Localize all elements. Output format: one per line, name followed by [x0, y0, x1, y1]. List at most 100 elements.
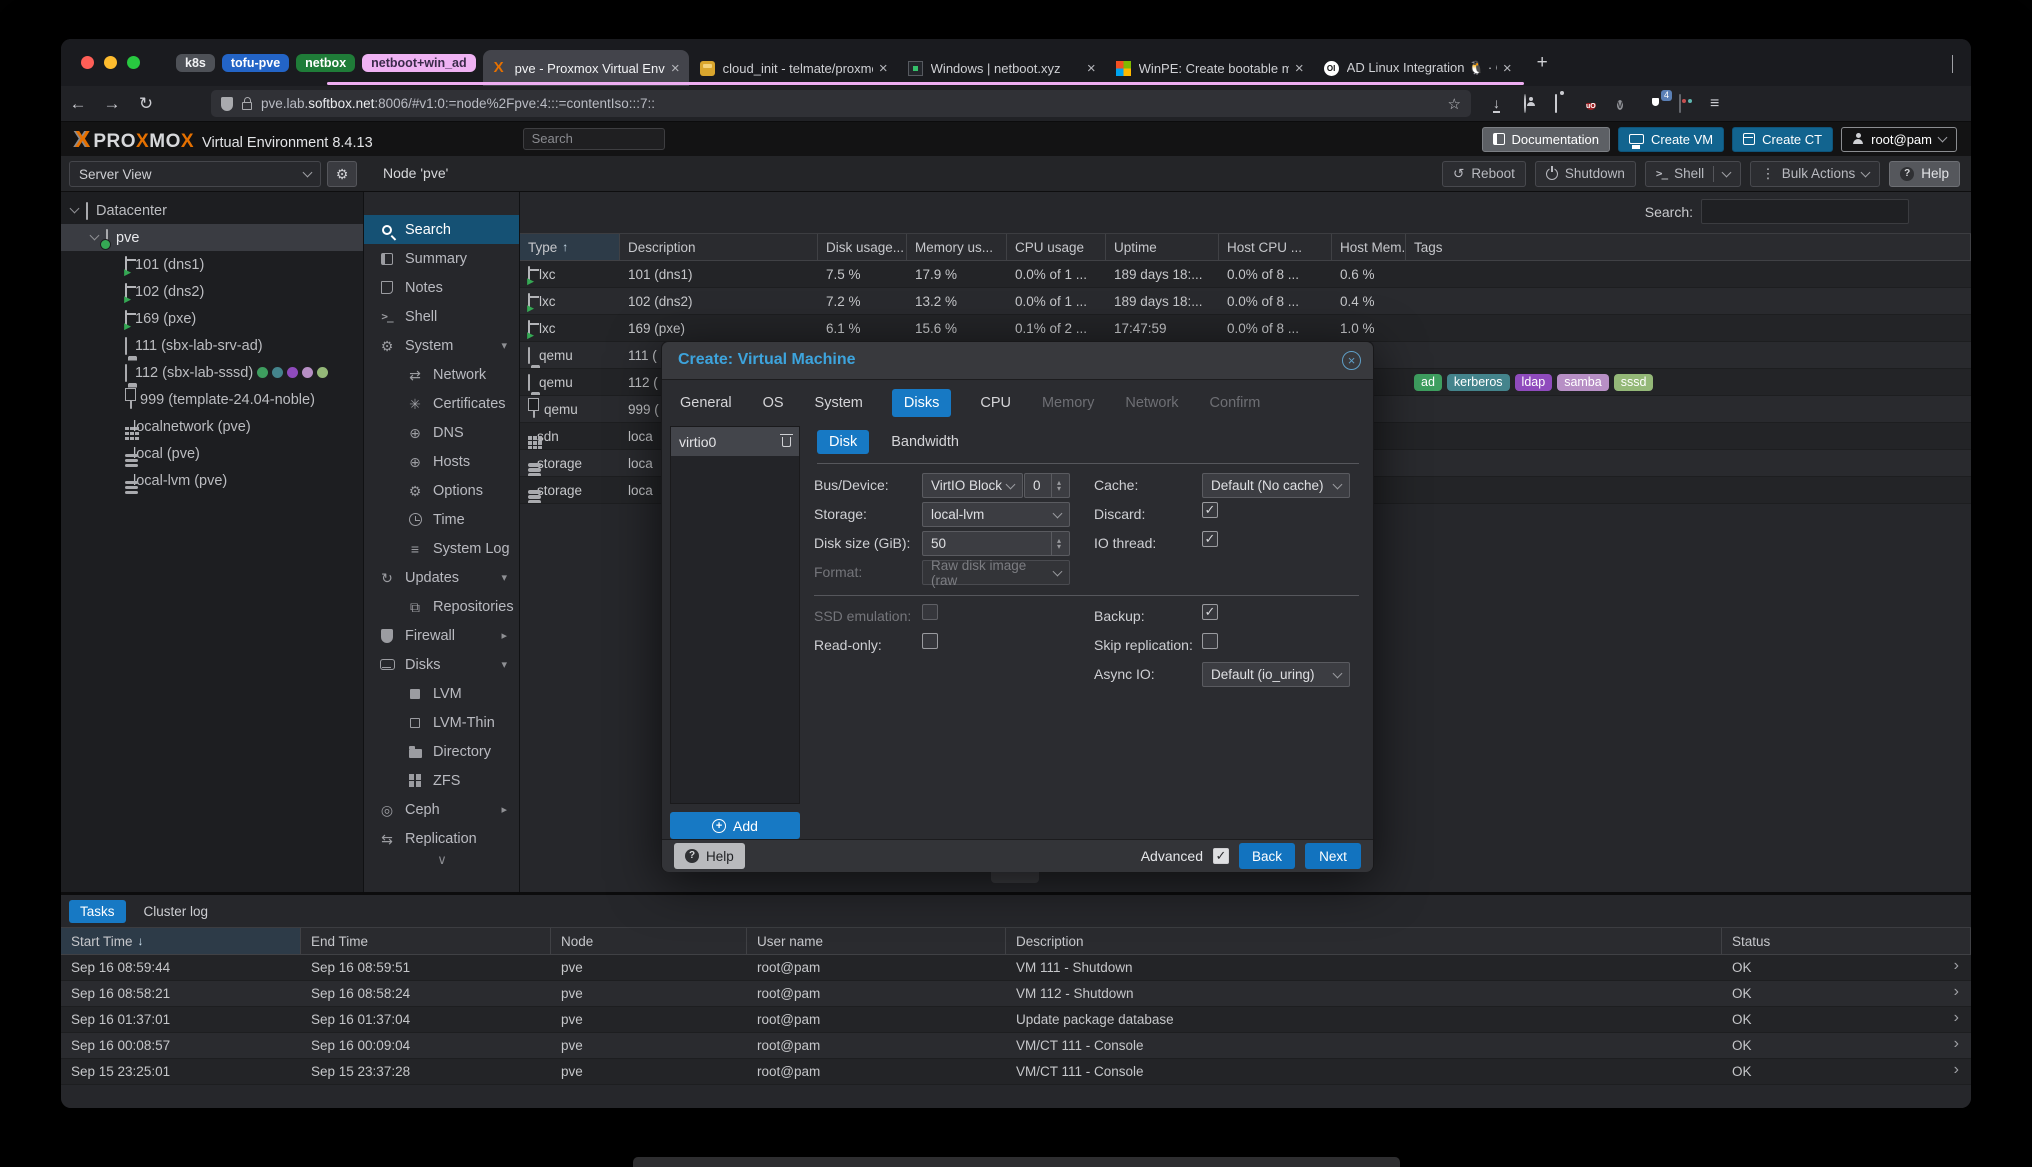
disk-list-item[interactable]: virtio0	[671, 427, 799, 456]
download-icon[interactable]: ↓	[1493, 95, 1511, 113]
tampermonkey-extension-icon[interactable]	[1679, 95, 1697, 113]
dialog-help-button[interactable]: ?Help	[674, 843, 745, 869]
minimize-window-button[interactable]	[104, 56, 117, 69]
nav-item-network[interactable]: ⇄Network	[364, 360, 519, 389]
account-icon[interactable]	[1524, 95, 1542, 113]
dialog-tab-system[interactable]: System	[813, 389, 865, 417]
server-view-dropdown[interactable]: Server View	[69, 161, 321, 187]
column-header-disk-usage-[interactable]: Disk usage...	[818, 234, 907, 260]
browser-tab[interactable]: WinPE: Create bootable media |×	[1107, 50, 1313, 86]
caret-down-icon[interactable]: ▾	[501, 658, 507, 671]
maximize-window-button[interactable]	[127, 56, 140, 69]
caret-down-icon[interactable]: ▾	[501, 571, 507, 584]
guest-row[interactable]: lxc169 (pxe)6.1 %15.6 %0.1% of 2 ...17:4…	[520, 315, 1971, 342]
caret-right-icon[interactable]: ▸	[501, 803, 507, 816]
dialog-close-icon[interactable]: ×	[1342, 351, 1361, 370]
new-tab-button[interactable]: +	[1537, 52, 1548, 74]
storage-select[interactable]: local-lvm	[922, 502, 1070, 527]
tree-item[interactable]: local (pve)	[61, 440, 363, 467]
documentation-button[interactable]: Documentation	[1482, 127, 1610, 152]
nav-item-updates[interactable]: ↻Updates▾	[364, 563, 519, 592]
caret-right-icon[interactable]: ▸	[501, 629, 507, 642]
nav-item-hosts[interactable]: ⊕Hosts	[364, 447, 519, 476]
user-menu-button[interactable]: root@pam	[1841, 127, 1957, 152]
task-column-node[interactable]: Node	[551, 928, 747, 954]
browser-tab[interactable]: AD Linux Integration 🐧 · Open×	[1315, 50, 1521, 86]
reboot-button[interactable]: ↺Reboot	[1442, 161, 1526, 187]
row-chevron-icon[interactable]: ›	[1954, 983, 1959, 1001]
reload-icon[interactable]: ↻	[129, 94, 163, 114]
advanced-checkbox[interactable]	[1213, 848, 1229, 864]
task-row[interactable]: Sep 16 00:08:57Sep 16 00:09:04pveroot@pa…	[61, 1033, 1971, 1059]
back-icon[interactable]: ←	[61, 94, 95, 114]
tree-item[interactable]: 999 (template-24.04-noble)	[61, 386, 363, 413]
column-header-host-cpu-[interactable]: Host CPU ...	[1219, 234, 1332, 260]
backup-checkbox[interactable]	[1202, 604, 1218, 620]
row-chevron-icon[interactable]: ›	[1954, 1009, 1959, 1027]
nav-item-shell[interactable]: >_Shell	[364, 302, 519, 331]
tree-settings-gear-icon[interactable]: ⚙	[327, 161, 357, 187]
nav-item-directory[interactable]: Directory	[364, 737, 519, 766]
async-io-select[interactable]: Default (io_uring)	[1202, 662, 1350, 687]
task-row[interactable]: Sep 16 08:59:44Sep 16 08:59:51pveroot@pa…	[61, 955, 1971, 981]
shell-button[interactable]: >_Shell	[1645, 161, 1741, 187]
nav-item-certificates[interactable]: ✳Certificates	[364, 389, 519, 418]
nav-item-repositories[interactable]: ⧉Repositories	[364, 592, 519, 621]
help-button[interactable]: ?Help	[1889, 161, 1960, 187]
nav-item-firewall[interactable]: Firewall▸	[364, 621, 519, 650]
tracking-shield-icon[interactable]	[221, 97, 233, 111]
nav-item-system[interactable]: ⚙System▾	[364, 331, 519, 360]
dialog-tab-general[interactable]: General	[678, 389, 734, 417]
menu-hamburger-icon[interactable]: ≡	[1710, 95, 1728, 113]
discard-checkbox[interactable]	[1202, 502, 1218, 518]
shutdown-button[interactable]: Shutdown	[1535, 161, 1636, 187]
menu-scroll-chevron-icon[interactable]: ∨	[364, 852, 520, 868]
close-tab-icon[interactable]: ×	[1295, 60, 1304, 77]
row-chevron-icon[interactable]: ›	[1954, 1035, 1959, 1053]
nav-item-system-log[interactable]: ≡System Log	[364, 534, 519, 563]
dialog-tab-os[interactable]: OS	[761, 389, 786, 417]
column-header-type[interactable]: Type↑	[520, 234, 620, 260]
expand-chevron-icon[interactable]	[70, 204, 80, 214]
bitwarden-extension-icon[interactable]: 4	[1648, 95, 1666, 113]
task-row[interactable]: Sep 15 23:25:01Sep 15 23:37:28pveroot@pa…	[61, 1059, 1971, 1085]
back-button[interactable]: Back	[1239, 843, 1295, 869]
bus-index-stepper[interactable]: 0▴▾	[1024, 473, 1070, 498]
forward-icon[interactable]: →	[95, 94, 129, 114]
task-row[interactable]: Sep 16 08:58:21Sep 16 08:58:24pveroot@pa…	[61, 981, 1971, 1007]
expand-chevron-icon[interactable]	[90, 231, 100, 241]
task-column-user-name[interactable]: User name	[747, 928, 1006, 954]
tab-tasks[interactable]: Tasks	[69, 900, 126, 923]
lock-icon[interactable]	[242, 102, 252, 110]
nav-item-replication[interactable]: ⇆Replication	[364, 824, 519, 853]
tab-bandwidth[interactable]: Bandwidth	[891, 434, 959, 450]
column-header-host-mem-[interactable]: Host Mem...	[1332, 234, 1406, 260]
trash-icon[interactable]	[782, 437, 791, 447]
skip-replication-checkbox[interactable]	[1202, 633, 1218, 649]
task-column-end-time[interactable]: End Time	[301, 928, 551, 954]
guest-row[interactable]: lxc102 (dns2)7.2 %13.2 %0.0% of 1 ...189…	[520, 288, 1971, 315]
column-header-uptime[interactable]: Uptime	[1106, 234, 1219, 260]
tree-item[interactable]: localnetwork (pve)	[61, 413, 363, 440]
tab-group-pill[interactable]: tofu-pve	[222, 54, 289, 72]
tree-item[interactable]: 169 (pxe)	[61, 305, 363, 332]
add-disk-button[interactable]: +Add	[670, 812, 800, 839]
ublock-extension-icon[interactable]: uO	[1586, 95, 1604, 113]
close-tab-icon[interactable]: ×	[1087, 60, 1096, 77]
table-search-input[interactable]	[1701, 199, 1909, 224]
tree-item[interactable]: 112 (sbx-lab-sssd)	[61, 359, 363, 386]
create-vm-button[interactable]: Create VM	[1618, 127, 1724, 152]
nav-item-search[interactable]: Search	[364, 215, 519, 244]
tab-group-pill[interactable]: netboot+win_ad	[362, 54, 476, 72]
bookmark-star-icon[interactable]: ☆	[1448, 95, 1461, 113]
tab-disk[interactable]: Disk	[817, 430, 869, 454]
column-header-tags[interactable]: Tags	[1406, 234, 1971, 260]
list-all-tabs-icon[interactable]	[1952, 55, 1953, 73]
io-thread-checkbox[interactable]	[1202, 531, 1218, 547]
close-tab-icon[interactable]: ×	[671, 60, 680, 77]
tree-item[interactable]: 102 (dns2)	[61, 278, 363, 305]
nav-item-lvm[interactable]: LVM	[364, 679, 519, 708]
close-window-button[interactable]	[81, 56, 94, 69]
dialog-header[interactable]: Create: Virtual Machine ×	[662, 342, 1373, 380]
nav-item-summary[interactable]: Summary	[364, 244, 519, 273]
